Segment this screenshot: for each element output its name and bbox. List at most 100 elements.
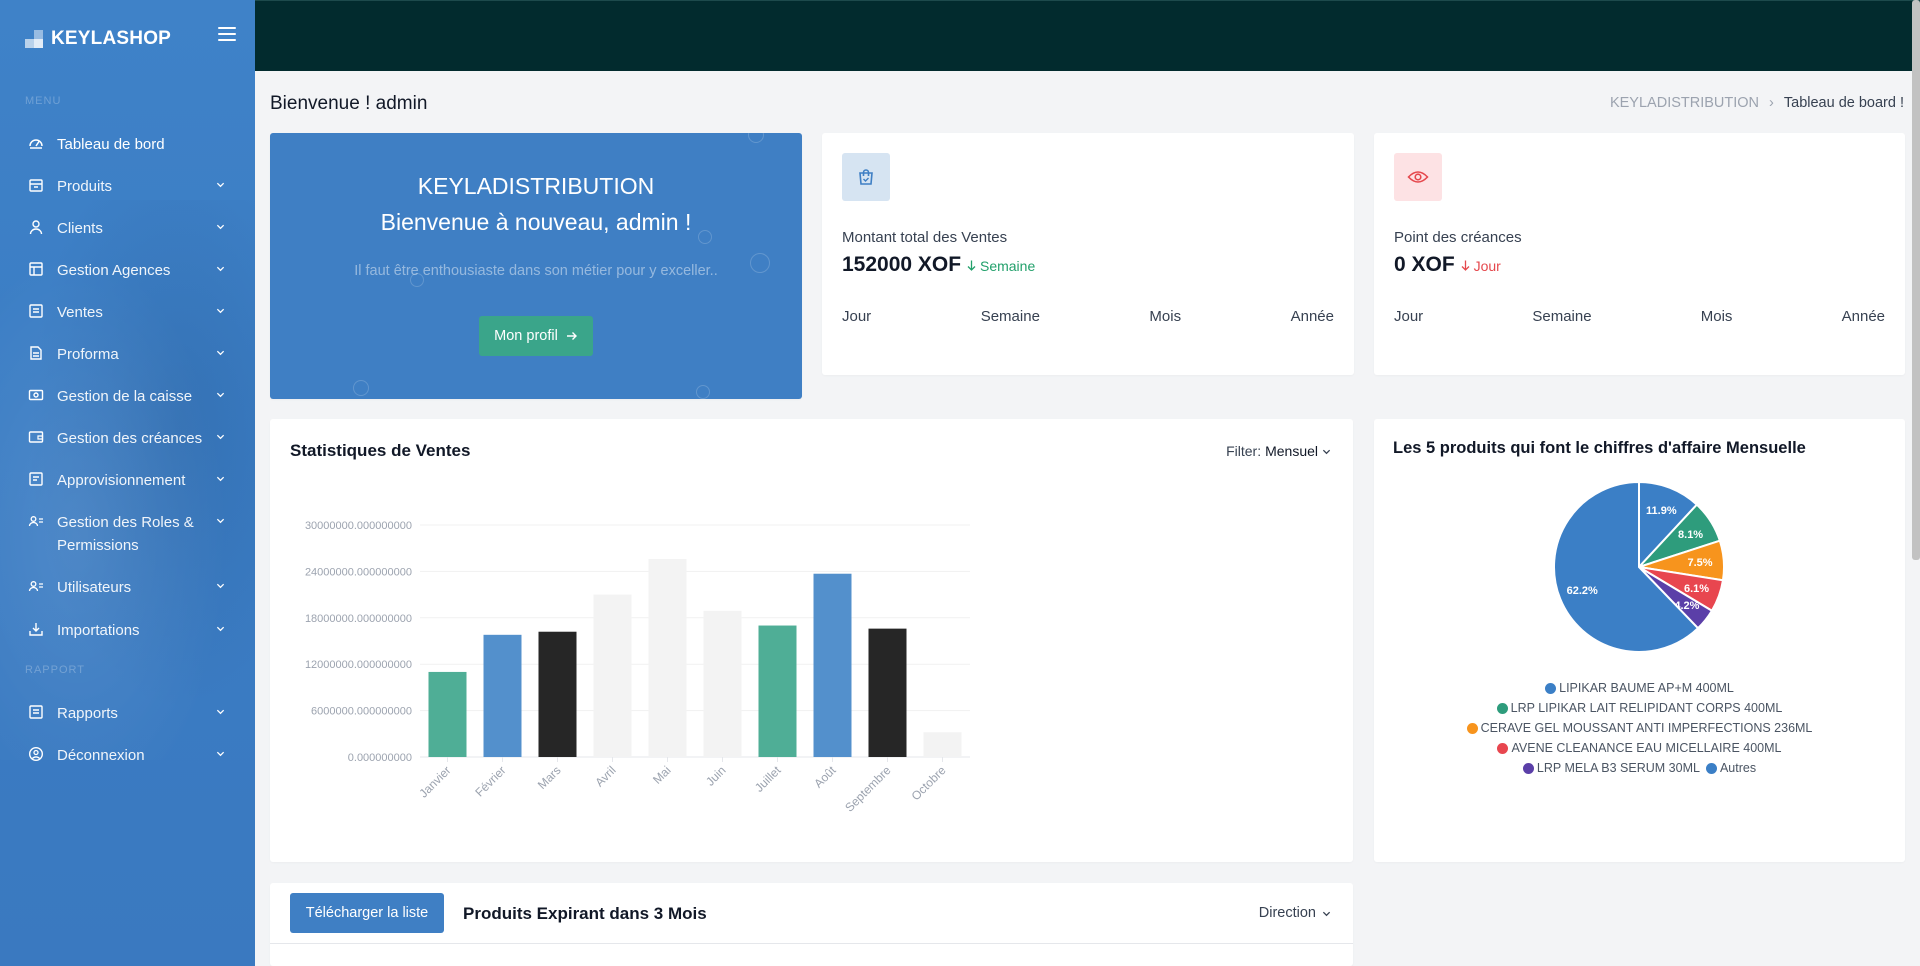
top-products-pie-chart: 11.9%8.1%7.5%6.1%4.2%62.2% [1553, 480, 1725, 653]
tab-annee[interactable]: Année [1842, 308, 1885, 325]
sidebar-item-utilisateurs[interactable]: Utilisateurs [0, 576, 255, 599]
sidebar-item-gestion-caisse[interactable]: Gestion de la caisse [0, 385, 255, 408]
bar[interactable] [483, 634, 522, 757]
brand-logo-icon [25, 30, 43, 48]
y-tick-label: 24000000.000000000 [305, 566, 412, 578]
sales-trend: Semaine [967, 258, 1035, 274]
sales-filter-dropdown[interactable]: Filter: Mensuel [1226, 443, 1331, 459]
bar[interactable] [813, 573, 852, 757]
sidebar-item-rapports[interactable]: Rapports [0, 702, 255, 725]
sidebar-item-label: Gestion des Roles & Permissions [57, 514, 194, 554]
tab-annee[interactable]: Année [1291, 308, 1334, 325]
receivables-value: 0 XOF [1394, 253, 1455, 276]
tab-semaine[interactable]: Semaine [1532, 308, 1591, 325]
card-divider [270, 943, 1353, 944]
receivables-label: Point des créances [1394, 229, 1522, 246]
x-tick-label: Septembre [842, 763, 894, 815]
bar[interactable] [868, 628, 907, 757]
legend-item[interactable]: LRP LIPIKAR LAIT RELIPIDANT CORPS 400ML [1496, 701, 1783, 715]
sales-statistics-card: Statistiques de Ventes Filter: Mensuel 0… [270, 419, 1353, 862]
sidebar-item-clients[interactable]: Clients [0, 217, 255, 240]
brand[interactable]: KEYLASHOP [25, 26, 171, 52]
breadcrumb-item[interactable]: KEYLADISTRIBUTION [1610, 95, 1759, 111]
sidebar-item-gestion-agences[interactable]: Gestion Agences [0, 259, 255, 282]
tab-mois[interactable]: Mois [1149, 308, 1181, 325]
sales-period-tabs: Jour Semaine Mois Année [842, 308, 1334, 325]
x-tick-label: Mai [650, 763, 674, 787]
user-icon [29, 220, 43, 235]
tab-jour[interactable]: Jour [842, 308, 871, 325]
sidebar-item-roles-permissions[interactable]: Gestion des Roles & Permissions [0, 511, 255, 557]
breadcrumb-separator-icon: › [1769, 95, 1774, 111]
sidebar-item-proforma[interactable]: Proforma [0, 343, 255, 366]
legend-item[interactable]: LRP MELA B3 SERUM 30ML [1522, 761, 1700, 775]
sidebar-item-deconnexion[interactable]: Déconnexion [0, 744, 255, 767]
legend-item[interactable]: CERAVE GEL MOUSSANT ANTI IMPERFECTIONS 2… [1466, 721, 1812, 735]
top-products-card: Les 5 produits qui font le chiffres d'af… [1374, 419, 1905, 862]
import-icon [29, 623, 43, 636]
menu-section-title: MENU [25, 95, 62, 107]
chevron-down-icon [1322, 911, 1331, 916]
sidebar-item-gestion-creances[interactable]: Gestion des créances [0, 427, 255, 450]
download-list-button[interactable]: Télécharger la liste [290, 893, 444, 933]
filter-value: Mensuel [1265, 443, 1318, 459]
receivables-card: Point des créances 0 XOF Jour Jour Semai… [1374, 133, 1905, 375]
dashboard-icon [29, 139, 43, 149]
bar[interactable] [648, 559, 687, 757]
chevron-down-icon [216, 709, 225, 715]
sidebar-item-label: Tableau de bord [57, 136, 165, 153]
sidebar-item-ventes[interactable]: Ventes [0, 301, 255, 324]
report-icon [29, 705, 43, 719]
sales-bar-chart: 0.000000000 6000000.000000000 12000000.000… [305, 520, 970, 815]
direction-dropdown[interactable]: Direction [1259, 905, 1331, 921]
legend-item[interactable]: LIPIKAR BAUME AP+M 400ML [1545, 681, 1734, 695]
welcome-quote: Il faut être enthousiaste dans son métie… [354, 263, 718, 279]
menu-toggle-icon[interactable] [218, 27, 236, 43]
bar[interactable] [758, 625, 797, 757]
pie-value-label: 8.1% [1678, 529, 1703, 541]
document-icon [30, 346, 42, 360]
bar[interactable] [538, 631, 577, 757]
sidebar: KEYLASHOP MENU Tableau de bord Produits … [0, 0, 255, 966]
sidebar-item-label: Importations [57, 622, 140, 639]
receivables-value-row: 0 XOF Jour [1394, 253, 1501, 277]
chevron-down-icon [216, 434, 225, 440]
sidebar-item-label: Ventes [57, 304, 103, 321]
bar[interactable] [703, 610, 742, 757]
expiring-products-title: Produits Expirant dans 3 Mois [463, 904, 707, 923]
pie-value-label: 7.5% [1687, 557, 1712, 569]
chevron-down-icon [216, 392, 225, 398]
receivables-trend-label: Jour [1473, 258, 1501, 274]
chevron-down-icon [216, 182, 225, 188]
filter-label: Filter: [1226, 443, 1262, 459]
sidebar-item-produits[interactable]: Produits [0, 175, 255, 198]
sales-chart-title: Statistiques de Ventes [290, 441, 471, 460]
pie-value-label: 6.1% [1684, 583, 1709, 595]
x-tick-label: Janvier [416, 763, 453, 800]
sidebar-item-tableau-de-bord[interactable]: Tableau de bord [0, 133, 255, 156]
top-bar [255, 0, 1920, 71]
legend-label: LRP LIPIKAR LAIT RELIPIDANT CORPS 400ML [1510, 701, 1783, 715]
sidebar-item-importations[interactable]: Importations [0, 619, 255, 642]
sidebar-item-label: Proforma [57, 346, 119, 363]
bar[interactable] [428, 671, 467, 757]
x-tick-label: Août [811, 763, 839, 791]
x-tick-label: Avril [592, 763, 618, 789]
brand-name: KEYLASHOP [51, 28, 172, 49]
page-scrollbar[interactable] [1912, 0, 1920, 560]
tab-jour[interactable]: Jour [1394, 308, 1423, 325]
tab-semaine[interactable]: Semaine [981, 308, 1040, 325]
bar[interactable] [923, 732, 962, 757]
decor-shape-icon [748, 133, 764, 143]
sidebar-item-approvisionnement[interactable]: Approvisionnement [0, 469, 255, 492]
welcome-greeting: Bienvenue à nouveau, admin ! [380, 209, 692, 235]
legend-label: Autres [1719, 761, 1757, 775]
legend-item[interactable]: AVENE CLEANANCE EAU MICELLAIRE 400ML [1497, 741, 1782, 755]
y-tick-label: 30000000.000000000 [305, 520, 412, 532]
bar[interactable] [593, 594, 632, 757]
direction-label: Direction [1258, 905, 1316, 921]
legend-item[interactable]: Autres [1705, 761, 1757, 775]
profile-button[interactable]: Mon profil [479, 316, 593, 356]
x-tick-label: Octobre [909, 763, 949, 803]
tab-mois[interactable]: Mois [1701, 308, 1733, 325]
